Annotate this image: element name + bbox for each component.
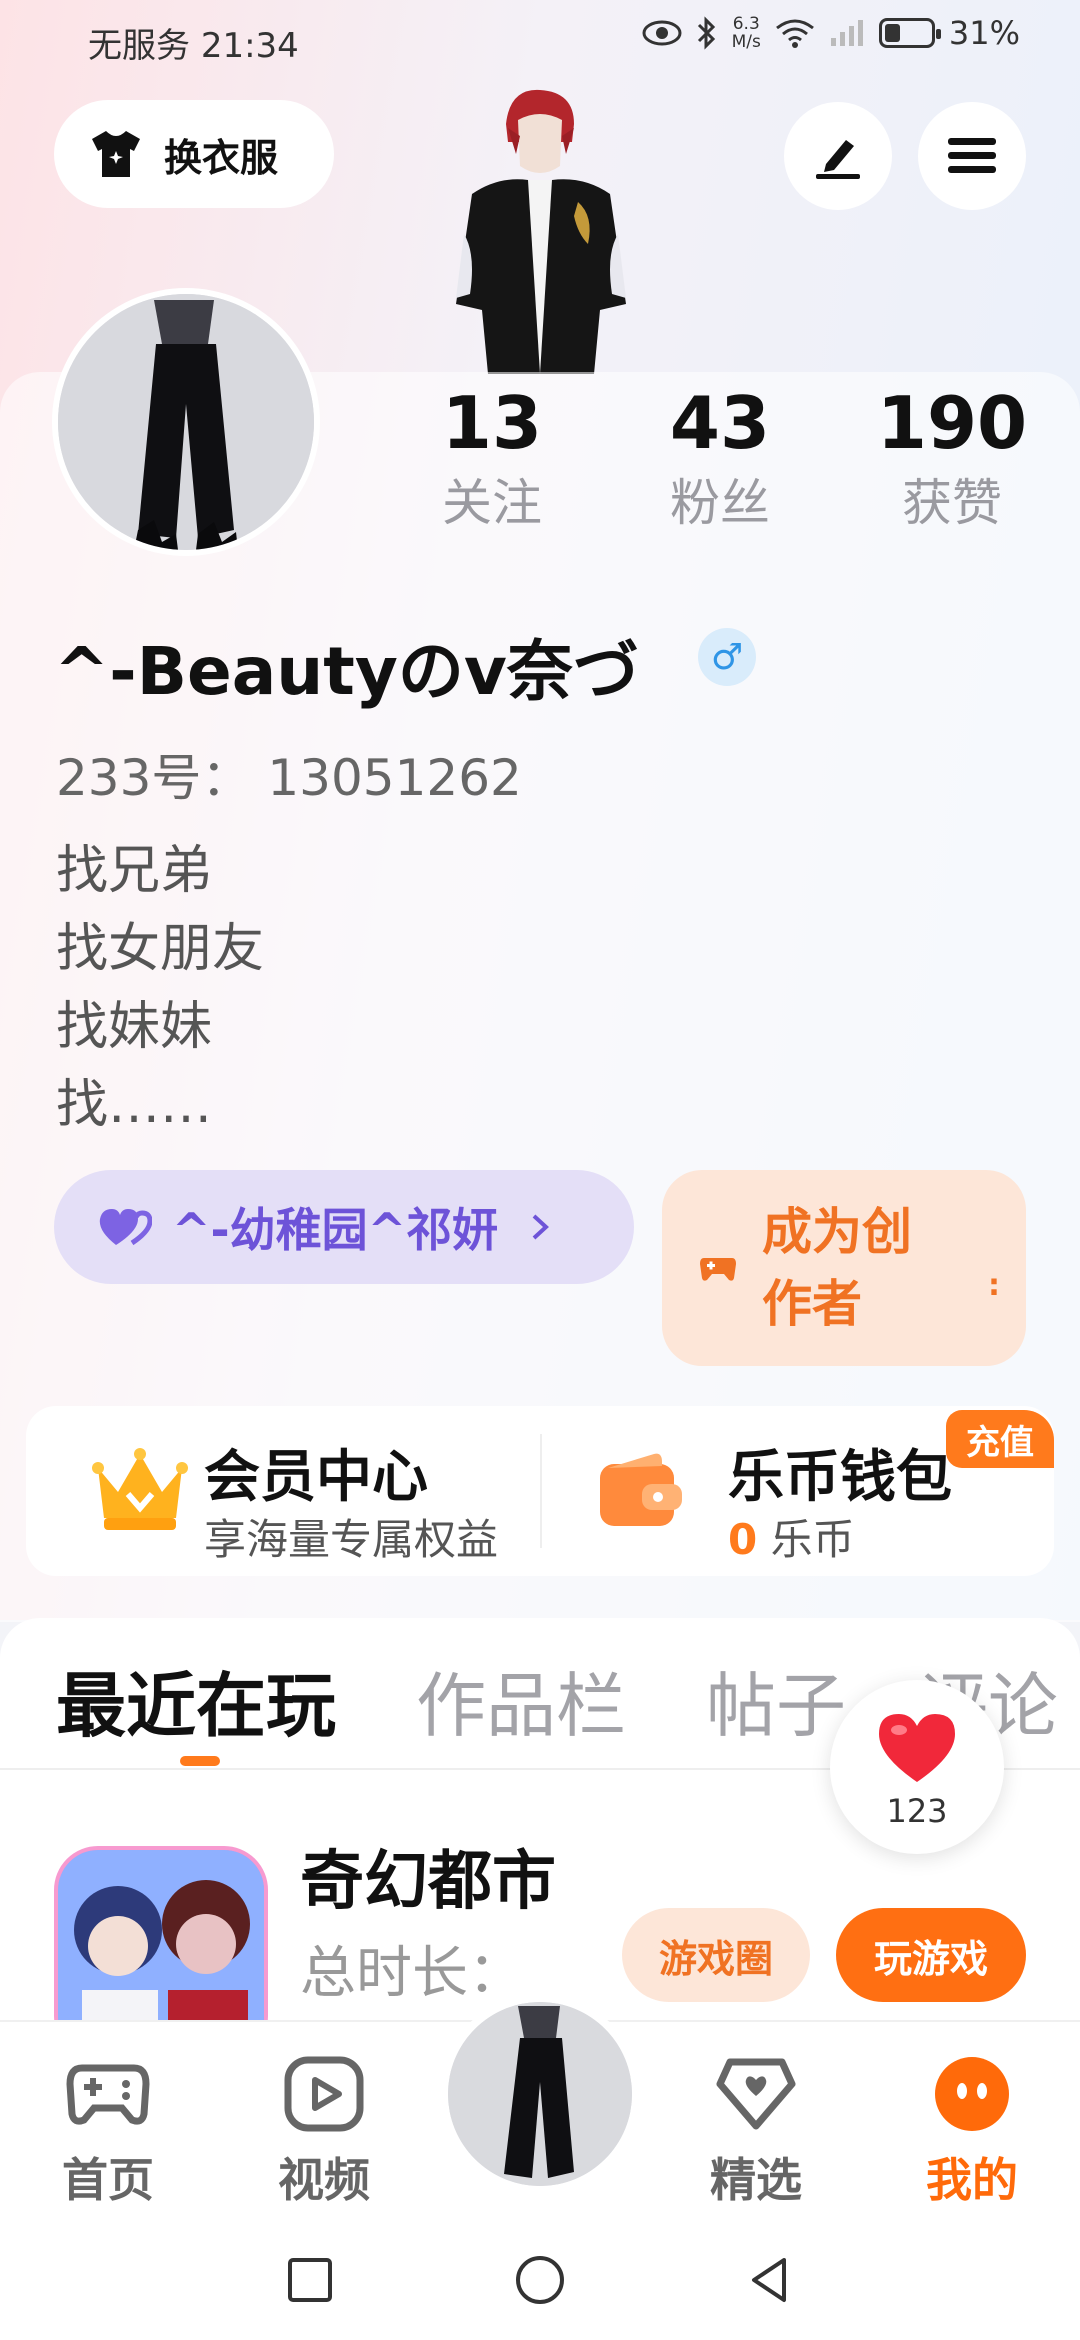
game-name[interactable]: 奇幻都市 [300, 1830, 556, 1922]
stat-likes[interactable]: 190 获赞 [852, 378, 1052, 538]
wifi-icon [775, 19, 814, 48]
profile-avatar[interactable] [52, 288, 320, 556]
heart-icon [879, 1714, 955, 1782]
nav-featured[interactable]: 精选 [686, 2044, 826, 2210]
nav-home[interactable]: 首页 [38, 2044, 178, 2210]
play-game-button[interactable]: 玩游戏 [836, 1908, 1026, 2002]
active-tab-indicator [180, 1756, 220, 1766]
hamburger-menu-icon [948, 138, 996, 173]
nav-mine[interactable]: 我的 [902, 2044, 1042, 2210]
nickname: ^-Beautyのv奈づ [54, 633, 639, 710]
home-icon[interactable] [510, 2250, 570, 2310]
carrier-text: 无服务 [88, 26, 190, 66]
nav-video[interactable]: 视频 [254, 2044, 394, 2210]
creator-line1: 成为创 [762, 1203, 912, 1261]
avatar-figure [448, 2002, 632, 2186]
creator-line2: 作者 [762, 1275, 862, 1333]
likes-label: 获赞 [902, 474, 1002, 532]
face-icon [935, 2057, 1009, 2131]
become-creator-button[interactable]: 成为创 作者 : [662, 1170, 1026, 1366]
net-speed-unit: M/s [731, 32, 761, 52]
bio-line: 找…… [56, 1075, 213, 1135]
guild-name: ^-幼稚园^祁妍 [172, 1203, 499, 1257]
clock: 21:34 [200, 26, 299, 66]
following-label: 关注 [442, 474, 542, 532]
recent-apps-icon[interactable] [280, 2250, 340, 2310]
nav-featured-label: 精选 [710, 2153, 802, 2207]
member-center-entry[interactable]: 会员中心 享海量专属权益 [26, 1406, 540, 1576]
edit-profile-button[interactable] [784, 102, 892, 210]
nav-mine-label: 我的 [926, 2153, 1018, 2207]
battery-icon [878, 18, 941, 48]
battery-percent: 31% [948, 14, 1020, 52]
center-avatar-button[interactable] [440, 1994, 640, 2194]
wallet-title: 乐币钱包 [728, 1445, 952, 1510]
change-outfit-button[interactable]: 换衣服 [54, 100, 334, 208]
bio-line: 找妹妹 [56, 997, 213, 1057]
gamepad-small-icon [700, 1258, 736, 1281]
fans-label: 粉丝 [670, 474, 770, 532]
pen-icon [816, 140, 860, 179]
chevron-right-icon [532, 1214, 550, 1240]
character-figure[interactable] [428, 84, 648, 374]
fans-count: 43 [669, 381, 771, 465]
tshirt-icon [92, 131, 140, 177]
game-circle-button[interactable]: 游戏圈 [622, 1908, 810, 2002]
guild-button[interactable]: ^-幼稚园^祁妍 [54, 1170, 634, 1284]
likes-count: 190 [876, 381, 1028, 465]
crown-icon [92, 1448, 188, 1530]
change-outfit-label: 换衣服 [164, 135, 279, 180]
user-id[interactable]: 233号： 13051262 [56, 738, 522, 810]
male-gender-icon: ♂ [698, 628, 756, 686]
wallet-icon [600, 1453, 682, 1526]
signal-icon [830, 20, 863, 46]
wallet-amount: 0 [728, 1515, 758, 1564]
video-icon [284, 2056, 364, 2132]
member-center-subtitle: 享海量专属权益 [204, 1515, 499, 1564]
heart-badge-icon [716, 2058, 796, 2130]
recharge-badge[interactable]: 充值 [946, 1410, 1054, 1468]
tab-recently-played[interactable]: 最近在玩 [56, 1650, 336, 1751]
following-count: 13 [441, 381, 543, 465]
stat-following[interactable]: 13 关注 [392, 378, 592, 538]
status-bar: 无服务 21:34 6.3 M/s 31% [0, 0, 1080, 80]
play-time-label: 总时长： [300, 1941, 524, 2006]
bluetooth-icon [697, 16, 715, 50]
like-button[interactable]: 123 [830, 1680, 1004, 1854]
wallet-unit: 乐币 [757, 1515, 855, 1564]
like-count: 123 [886, 1792, 948, 1830]
bio: 找兄弟 找女朋友 找妹妹 找…… [56, 832, 264, 1144]
avatar-figure [58, 294, 314, 550]
wallet-entry[interactable]: 乐币钱包 0 乐币 充值 [542, 1406, 1054, 1576]
vip-wallet-card: 会员中心 享海量专属权益 乐币钱包 0 乐币 充值 [26, 1406, 1054, 1576]
tab-works[interactable]: 作品栏 [416, 1650, 626, 1751]
stat-fans[interactable]: 43 粉丝 [620, 378, 820, 538]
nav-video-label: 视频 [278, 2153, 370, 2207]
bio-line: 找兄弟 [56, 841, 213, 901]
creator-dots: : [988, 1268, 1000, 1303]
tab-posts[interactable]: 帖子 [706, 1650, 846, 1751]
double-heart-icon [99, 1209, 152, 1246]
net-speed: 6.3 [732, 14, 760, 34]
member-center-title: 会员中心 [204, 1445, 428, 1510]
nav-home-label: 首页 [62, 2153, 154, 2207]
menu-button[interactable] [918, 102, 1026, 210]
bio-line: 找女朋友 [56, 919, 265, 979]
eye-icon [642, 20, 682, 46]
gamepad-icon [66, 2064, 150, 2125]
back-icon[interactable] [740, 2250, 800, 2310]
